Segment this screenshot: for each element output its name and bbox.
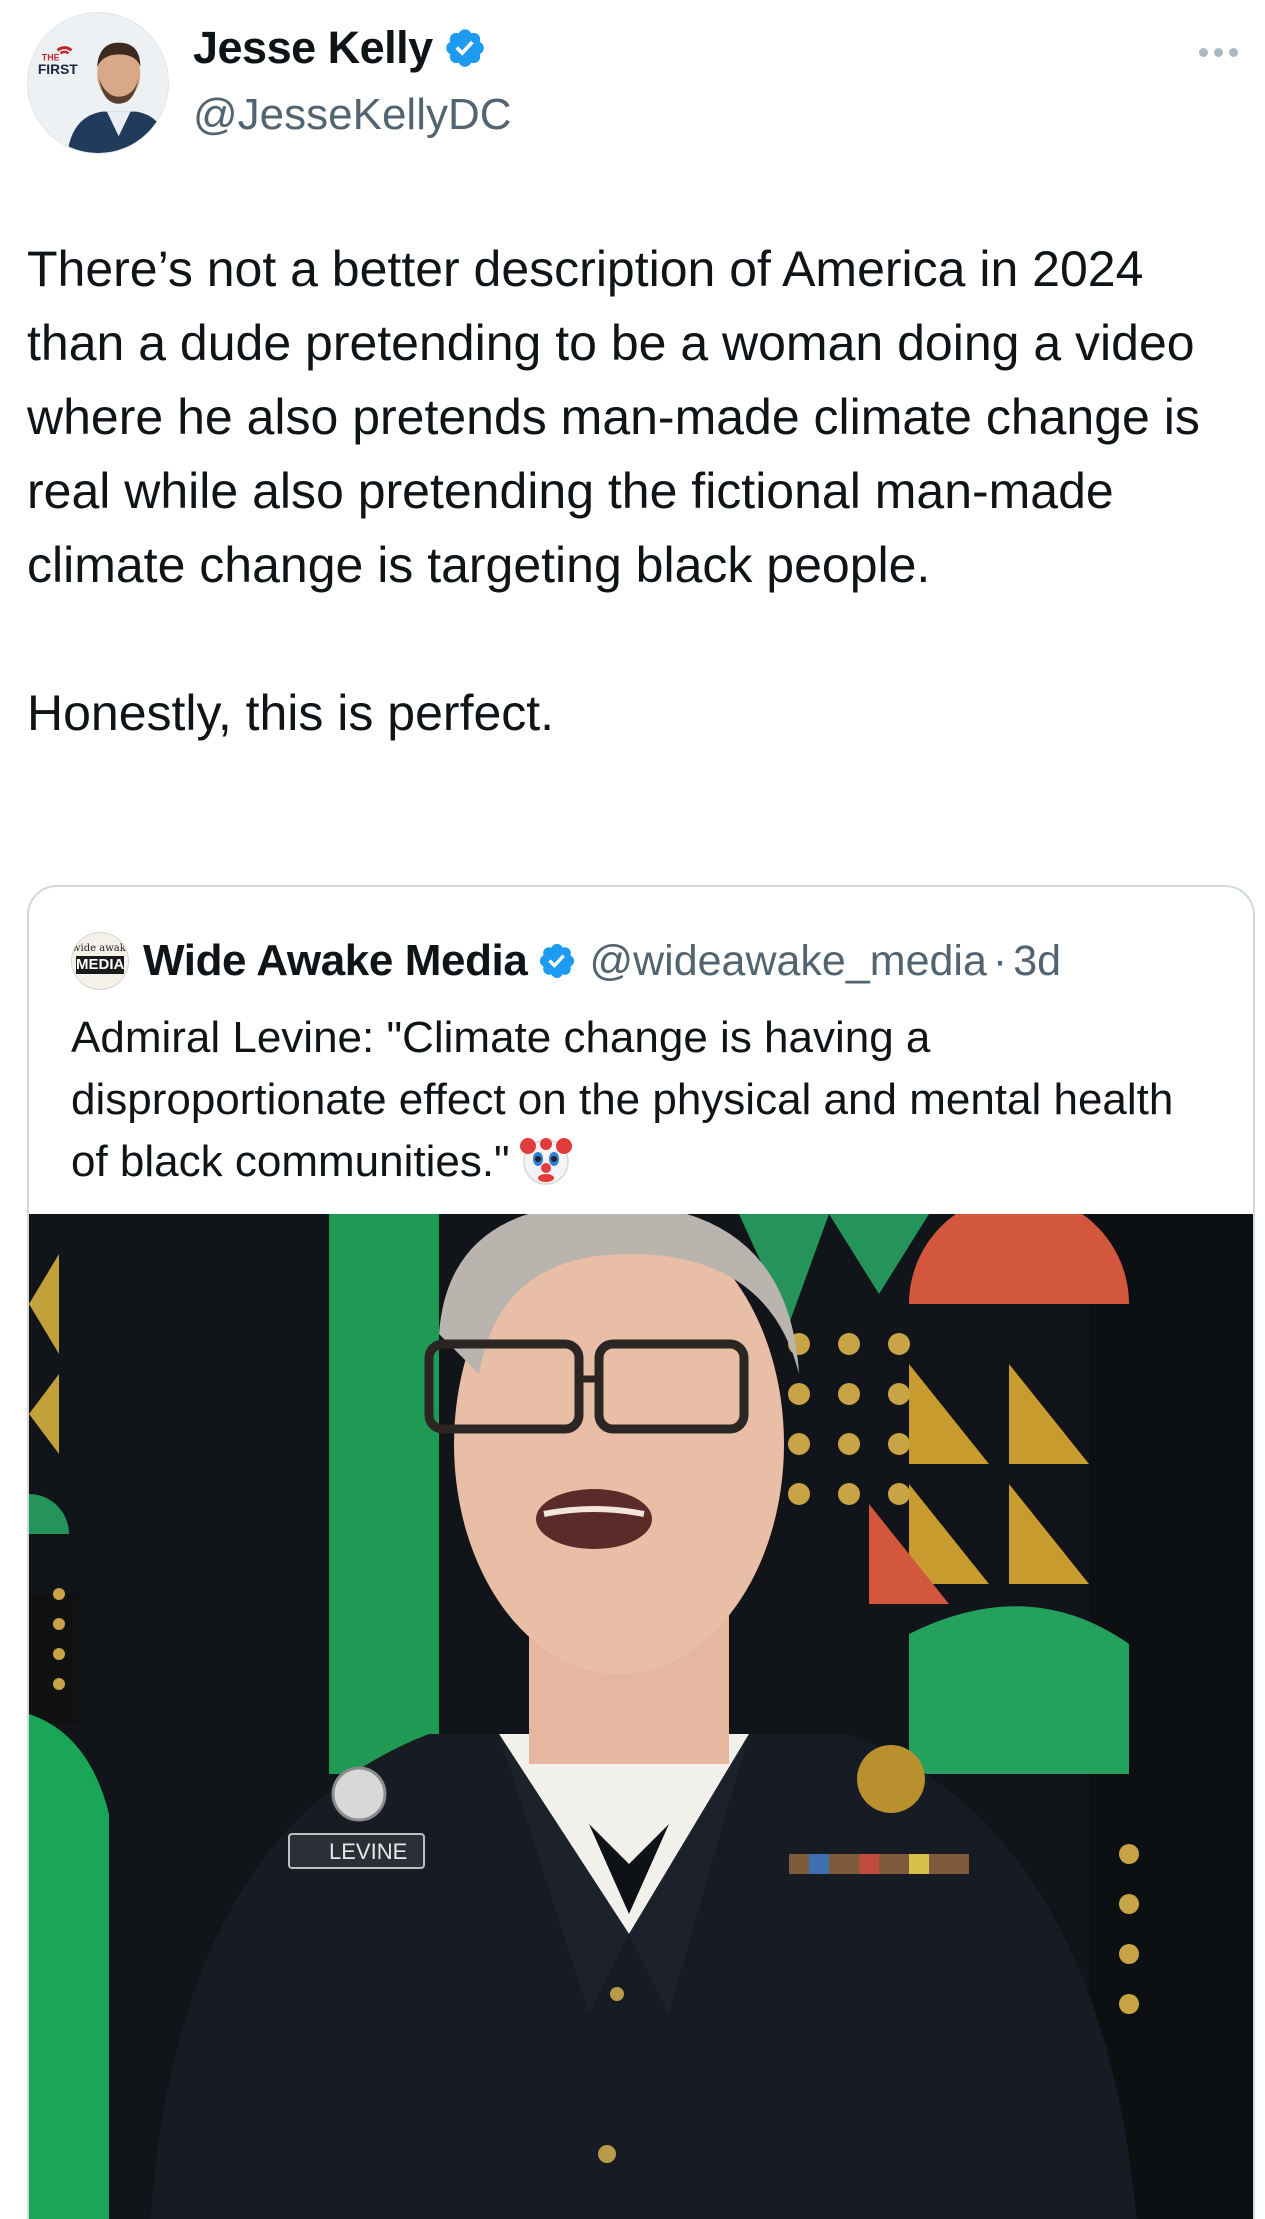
video-name-tag: LEVINE bbox=[329, 1839, 407, 1864]
quoted-avatar[interactable]: wide awake MEDIA bbox=[71, 932, 129, 990]
avatar-badge-top: THE bbox=[42, 52, 60, 62]
quoted-display-name[interactable]: Wide Awake Media bbox=[143, 936, 528, 986]
tweet-text: There’s not a better description of Amer… bbox=[27, 241, 1200, 741]
quoted-avatar-label-main: MEDIA bbox=[76, 956, 125, 974]
verified-badge-icon bbox=[540, 943, 575, 979]
quoted-handle[interactable]: @wideawake_media bbox=[589, 937, 986, 986]
quoted-text: Admiral Levine: "Climate change is havin… bbox=[71, 1013, 1174, 1186]
author-name-row: Jesse Kelly bbox=[193, 22, 487, 74]
quoted-separator: · bbox=[992, 936, 1008, 985]
quoted-text-block: Admiral Levine: "Climate change is havin… bbox=[71, 1007, 1221, 1193]
avatar-badge-main: FIRST bbox=[38, 62, 78, 77]
tweet-header: THE FIRST Jesse Kelly @JesseKellyDC bbox=[27, 12, 1247, 157]
more-options-icon[interactable] bbox=[1199, 42, 1247, 62]
author-display-name[interactable]: Jesse Kelly bbox=[193, 22, 433, 74]
quoted-avatar-label-top: wide awake bbox=[72, 943, 129, 954]
author-handle[interactable]: @JesseKellyDC bbox=[193, 90, 512, 140]
author-avatar[interactable]: THE FIRST bbox=[27, 12, 169, 154]
quoted-timestamp[interactable]: 3d bbox=[1013, 937, 1061, 986]
verified-badge-icon bbox=[445, 29, 484, 67]
quoted-header: wide awake MEDIA Wide Awake Media @widea… bbox=[71, 932, 1061, 990]
quoted-tweet[interactable]: wide awake MEDIA Wide Awake Media @widea… bbox=[27, 885, 1255, 2219]
quoted-video-thumbnail[interactable]: LEVINE bbox=[29, 1214, 1253, 2219]
clown-face-icon bbox=[519, 1138, 572, 1185]
